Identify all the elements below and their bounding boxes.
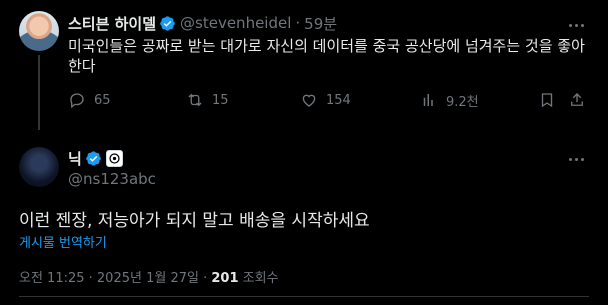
reply-count: 65 [94, 92, 111, 108]
post-meta: 오전 11:25 · 2025년 1월 27일 · 201 조회수 [19, 267, 279, 286]
post-time[interactable]: 59분 [304, 13, 337, 34]
like-button[interactable]: 154 [300, 90, 351, 110]
repost-count: 15 [212, 92, 229, 108]
post-text: 미국인들은 공짜로 받는 대가로 자신의 데이터를 중국 공산당에 넘겨주는 것… [68, 37, 585, 75]
post-header: 스티븐 하이델 @stevenheidel · 59분 [68, 12, 337, 34]
views-button[interactable]: 9.2천 [420, 90, 479, 110]
post-header: 닉 [68, 148, 123, 169]
reply-icon [70, 93, 84, 109]
repost-button[interactable]: 15 [186, 90, 229, 110]
like-icon [302, 94, 316, 107]
separator-dot: · [295, 14, 301, 32]
bookmark-button[interactable] [538, 90, 564, 110]
post-actions: 65 15 154 9.2천 [68, 90, 588, 110]
affiliate-logo-icon[interactable] [105, 150, 123, 167]
more-options-icon[interactable] [567, 16, 585, 34]
translate-post-link[interactable]: 게시물 번역하기 [19, 232, 107, 251]
share-button[interactable] [568, 90, 594, 110]
repost-icon [188, 93, 202, 107]
author-avatar[interactable] [19, 11, 59, 51]
author-handle[interactable]: @stevenheidel [180, 14, 291, 32]
author-handle[interactable]: @ns123abc [68, 170, 156, 188]
view-count: 9.2천 [446, 94, 479, 110]
post-text: 이런 젠장, 저능아가 되지 말고 배송을 시작하세요 [19, 211, 370, 231]
post-timestamp[interactable]: 오전 11:25 · 2025년 1월 27일 · [19, 271, 211, 286]
author-avatar[interactable] [19, 147, 59, 187]
view-count: 201 [211, 271, 239, 286]
reply-button[interactable]: 65 [68, 90, 111, 110]
bookmark-icon [541, 93, 553, 108]
verified-badge-icon [159, 15, 176, 32]
like-count: 154 [326, 92, 351, 108]
author-name[interactable]: 닉 [68, 148, 82, 169]
view-label: 조회수 [238, 271, 279, 286]
share-icon [571, 93, 583, 106]
author-name[interactable]: 스티븐 하이델 [68, 13, 156, 34]
more-options-icon[interactable] [567, 150, 585, 168]
verified-badge-icon [85, 150, 102, 167]
views-icon [423, 94, 433, 106]
thread-connector-line [38, 55, 40, 130]
divider [19, 296, 589, 297]
parent-post[interactable]: 스티븐 하이델 @stevenheidel · 59분 미국인들은 공짜로 받는… [0, 0, 608, 130]
